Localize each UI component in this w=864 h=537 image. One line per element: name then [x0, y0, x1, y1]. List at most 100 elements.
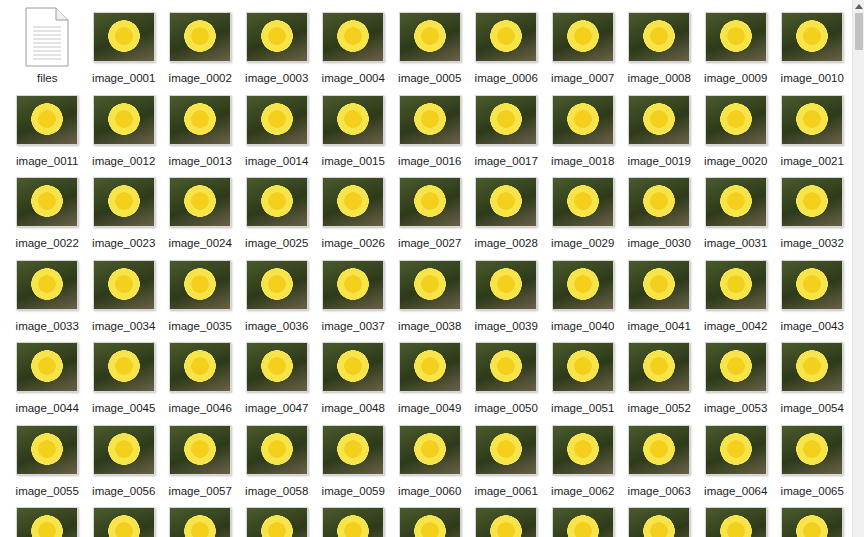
image-thumbnail[interactable]: [698, 4, 775, 70]
image-thumbnail[interactable]: [315, 417, 392, 483]
file-item[interactable]: [315, 499, 392, 537]
file-item[interactable]: image_0053: [698, 334, 775, 417]
file-item[interactable]: image_0057: [162, 417, 239, 500]
image-thumbnail[interactable]: [315, 252, 392, 318]
file-item[interactable]: image_0037: [315, 252, 392, 335]
image-thumbnail[interactable]: [9, 169, 86, 235]
image-thumbnail[interactable]: [468, 334, 545, 400]
image-thumbnail[interactable]: [392, 499, 469, 537]
image-thumbnail[interactable]: [315, 499, 392, 537]
image-thumbnail[interactable]: [162, 334, 239, 400]
image-thumbnail[interactable]: [545, 4, 622, 70]
file-item[interactable]: image_0063: [621, 417, 698, 500]
file-item[interactable]: image_0024: [162, 169, 239, 252]
file-item[interactable]: image_0004: [315, 4, 392, 87]
file-item[interactable]: image_0002: [162, 4, 239, 87]
file-item[interactable]: image_0046: [162, 334, 239, 417]
file-item[interactable]: [468, 499, 545, 537]
file-item[interactable]: image_0054: [774, 334, 851, 417]
file-item[interactable]: image_0018: [545, 87, 622, 170]
image-thumbnail[interactable]: [774, 417, 851, 483]
file-item[interactable]: image_0064: [698, 417, 775, 500]
file-item[interactable]: [545, 499, 622, 537]
image-thumbnail[interactable]: [9, 334, 86, 400]
image-thumbnail[interactable]: [162, 87, 239, 153]
scroll-up-icon[interactable]: [855, 4, 863, 9]
image-thumbnail[interactable]: [9, 499, 86, 537]
image-thumbnail[interactable]: [9, 417, 86, 483]
file-item[interactable]: image_0031: [698, 169, 775, 252]
file-item[interactable]: image_0035: [162, 252, 239, 335]
file-item[interactable]: image_0030: [621, 169, 698, 252]
image-thumbnail[interactable]: [468, 4, 545, 70]
file-item[interactable]: image_0026: [315, 169, 392, 252]
file-item[interactable]: image_0003: [239, 4, 316, 87]
image-thumbnail[interactable]: [468, 499, 545, 537]
file-item[interactable]: image_0042: [698, 252, 775, 335]
file-item[interactable]: image_0017: [468, 87, 545, 170]
image-thumbnail[interactable]: [392, 252, 469, 318]
image-thumbnail[interactable]: [315, 4, 392, 70]
image-thumbnail[interactable]: [239, 87, 316, 153]
image-thumbnail[interactable]: [86, 499, 163, 537]
image-thumbnail[interactable]: [621, 499, 698, 537]
file-item[interactable]: [698, 499, 775, 537]
file-item[interactable]: image_0040: [545, 252, 622, 335]
file-item[interactable]: image_0022: [9, 169, 86, 252]
file-item[interactable]: image_0020: [698, 87, 775, 170]
file-item[interactable]: image_0010: [774, 4, 851, 87]
image-thumbnail[interactable]: [392, 4, 469, 70]
image-thumbnail[interactable]: [239, 417, 316, 483]
image-thumbnail[interactable]: [698, 417, 775, 483]
image-thumbnail[interactable]: [698, 252, 775, 318]
image-thumbnail[interactable]: [698, 334, 775, 400]
image-thumbnail[interactable]: [621, 4, 698, 70]
file-item[interactable]: image_0001: [86, 4, 163, 87]
image-thumbnail[interactable]: [545, 87, 622, 153]
file-item[interactable]: image_0025: [239, 169, 316, 252]
image-thumbnail[interactable]: [621, 252, 698, 318]
file-item[interactable]: image_0043: [774, 252, 851, 335]
image-thumbnail[interactable]: [698, 499, 775, 537]
image-thumbnail[interactable]: [468, 87, 545, 153]
image-thumbnail[interactable]: [392, 87, 469, 153]
file-item[interactable]: image_0055: [9, 417, 86, 500]
file-item[interactable]: image_0033: [9, 252, 86, 335]
image-thumbnail[interactable]: [545, 252, 622, 318]
image-thumbnail[interactable]: [774, 252, 851, 318]
image-thumbnail[interactable]: [774, 499, 851, 537]
image-thumbnail[interactable]: [162, 417, 239, 483]
image-thumbnail[interactable]: [468, 417, 545, 483]
file-item[interactable]: image_0023: [86, 169, 163, 252]
image-thumbnail[interactable]: [392, 334, 469, 400]
file-item[interactable]: image_0014: [239, 87, 316, 170]
file-item[interactable]: image_0062: [545, 417, 622, 500]
file-item[interactable]: [86, 499, 163, 537]
file-item[interactable]: image_0009: [698, 4, 775, 87]
image-thumbnail[interactable]: [774, 334, 851, 400]
image-thumbnail[interactable]: [468, 169, 545, 235]
file-item[interactable]: [162, 499, 239, 537]
image-thumbnail[interactable]: [86, 4, 163, 70]
image-thumbnail[interactable]: [774, 4, 851, 70]
image-thumbnail[interactable]: [315, 87, 392, 153]
image-thumbnail[interactable]: [86, 169, 163, 235]
file-item[interactable]: image_0050: [468, 334, 545, 417]
image-thumbnail[interactable]: [698, 169, 775, 235]
file-item[interactable]: image_0041: [621, 252, 698, 335]
scroll-thumb[interactable]: [855, 13, 863, 50]
image-thumbnail[interactable]: [621, 417, 698, 483]
file-item[interactable]: image_0006: [468, 4, 545, 87]
image-thumbnail[interactable]: [468, 252, 545, 318]
image-thumbnail[interactable]: [545, 417, 622, 483]
image-thumbnail[interactable]: [392, 169, 469, 235]
file-item[interactable]: image_0044: [9, 334, 86, 417]
file-item[interactable]: image_0059: [315, 417, 392, 500]
image-thumbnail[interactable]: [86, 252, 163, 318]
image-thumbnail[interactable]: [621, 87, 698, 153]
file-item[interactable]: [774, 499, 851, 537]
image-thumbnail[interactable]: [239, 252, 316, 318]
image-thumbnail[interactable]: [239, 169, 316, 235]
file-item[interactable]: [392, 499, 469, 537]
image-thumbnail[interactable]: [86, 87, 163, 153]
